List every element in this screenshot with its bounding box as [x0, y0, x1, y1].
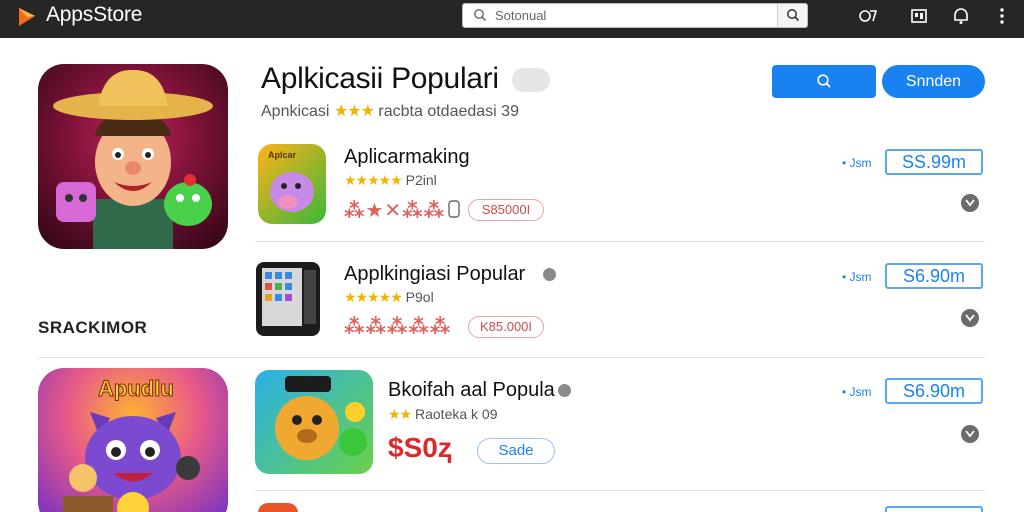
app-tags-2: ⁂⁂⁂⁂⁂	[344, 316, 452, 338]
svg-text:Apudlu: Apudlu	[98, 376, 174, 401]
featured-app-tile-cowboy[interactable]	[38, 64, 228, 249]
header-search-button[interactable]	[772, 65, 876, 98]
subtitle-suffix: racbta otdaedasi 39	[378, 103, 519, 120]
expand-toggle-3[interactable]	[961, 425, 979, 443]
app-rating-2: ★★★★★ P9ol	[344, 289, 434, 306]
rating-text: Raoteka k 09	[415, 406, 498, 422]
app-sale-button-3[interactable]: Sade	[477, 438, 555, 464]
rating-text: P2inl	[405, 172, 437, 188]
app-name-1[interactable]: Aplicarmaking	[344, 146, 470, 169]
header-primary-button[interactable]: Snnden	[882, 65, 985, 98]
rating-stars: ★★★★★	[344, 172, 403, 188]
search-icon	[787, 9, 800, 22]
rating-stars: ★★★★★	[344, 289, 403, 305]
phone-outline-icon	[448, 200, 460, 218]
account-icon[interactable]	[858, 6, 878, 26]
search-input[interactable]: Sotonual	[495, 8, 546, 23]
app-icon-1[interactable]: Aplcar	[258, 144, 326, 224]
rating-stars: ★★	[388, 406, 412, 422]
info-icon[interactable]	[558, 384, 571, 397]
app-rating-1: ★★★★★ P2inl	[344, 172, 437, 189]
app-sale-price-3: $S0ⱬ	[388, 432, 452, 463]
app-size-1: • Jsm	[842, 156, 872, 170]
chevron-down-icon	[965, 199, 975, 207]
bear-character-image	[275, 376, 367, 460]
app-price-button-3[interactable]: S6.90m	[885, 378, 983, 404]
row-divider	[255, 241, 985, 242]
app-size-2: • Jsm	[842, 270, 872, 284]
app-artwork-image: Aplcar	[268, 150, 314, 212]
info-icon[interactable]	[543, 268, 556, 281]
notifications-icon[interactable]	[951, 6, 971, 26]
app-price-button-4[interactable]	[885, 506, 983, 512]
section-label: SRACKIMOR	[38, 318, 148, 337]
search-icon	[817, 74, 831, 88]
app-price-button-2[interactable]: S6.90m	[885, 263, 983, 289]
top-bar: AppsStore Sotonual	[0, 0, 1024, 38]
subtitle-prefix: Apnkicasi	[261, 103, 330, 120]
app-tags-glyphs: ⁂★✕⁂⁂	[344, 200, 446, 222]
gallery-icon[interactable]	[909, 6, 929, 26]
subtitle-stars: ★★★	[333, 103, 375, 120]
featured-app-tile-cat[interactable]: Apudlu	[38, 368, 228, 512]
cat-character-image: Apudlu	[63, 376, 200, 512]
row-divider	[255, 490, 985, 491]
section-divider	[38, 357, 985, 358]
chevron-down-icon	[965, 430, 975, 438]
app-icon-3[interactable]	[255, 370, 373, 474]
phone-image	[256, 262, 320, 336]
search-icon	[474, 9, 487, 22]
app-icon-4[interactable]	[258, 503, 298, 512]
brand-name[interactable]: AppsStore	[46, 3, 142, 27]
app-store-window: AppsStore Sotonual SRACKIMOR Apudlu Aplk…	[0, 0, 1024, 512]
app-rating-3: ★★ Raoteka k 09	[388, 406, 498, 423]
app-price-tag-1: S85000I	[468, 199, 544, 221]
app-price-tag-2: K85.000I	[468, 316, 544, 338]
search-bar[interactable]: Sotonual	[462, 3, 808, 28]
cowboy-character-image	[53, 69, 213, 249]
logo-icon[interactable]	[16, 5, 38, 29]
title-badge	[512, 68, 550, 92]
app-name-2[interactable]: Applkingiasi Popular	[344, 263, 525, 286]
chevron-down-icon	[965, 314, 975, 322]
app-price-button-1[interactable]: SS.99m	[885, 149, 983, 175]
page-title: Aplkicasii Populari	[261, 62, 499, 95]
app-tags-1: ⁂★✕⁂⁂	[344, 198, 445, 223]
app-icon-2[interactable]	[254, 258, 324, 338]
app-size-3: • Jsm	[842, 385, 872, 399]
more-icon[interactable]	[992, 6, 1012, 26]
page-subtitle: Apnkicasi ★★★ racbta otdaedasi 39	[261, 101, 519, 121]
svg-text:Aplcar: Aplcar	[268, 150, 297, 160]
search-submit-button[interactable]	[777, 4, 807, 27]
rating-text: P9ol	[405, 289, 434, 305]
app-name-3[interactable]: Bkoifah aal Popula	[388, 379, 555, 402]
expand-toggle-2[interactable]	[961, 309, 979, 327]
expand-toggle-1[interactable]	[961, 194, 979, 212]
